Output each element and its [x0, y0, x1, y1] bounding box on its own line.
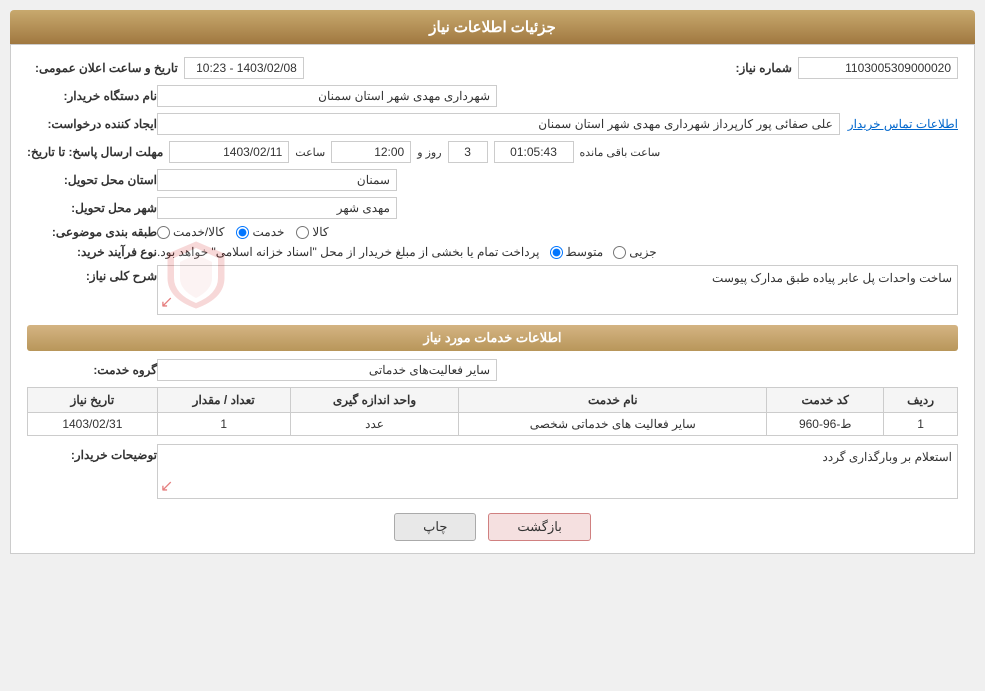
cell-unit: عدد	[290, 413, 459, 436]
need-number-value: 1103005309000020	[798, 57, 958, 79]
category-option-kala[interactable]: کالا	[296, 225, 328, 239]
buyer-notes-corner-arrow: ↙	[160, 476, 173, 496]
cell-quantity: 1	[157, 413, 290, 436]
cell-service-name: سایر فعالیت های خدماتی شخصی	[459, 413, 767, 436]
deadline-label: مهلت ارسال پاسخ: تا تاریخ:	[27, 145, 163, 159]
cell-date: 1403/02/31	[28, 413, 158, 436]
col-service-code: کد خدمت	[767, 388, 884, 413]
corner-arrow-icon: ↙	[160, 292, 173, 312]
creator-label: ایجاد کننده درخواست:	[27, 117, 157, 131]
description-label: شرح کلی نیاز:	[27, 265, 157, 283]
col-row-num: ردیف	[884, 388, 958, 413]
service-group-label: گروه خدمت:	[27, 363, 157, 377]
deadline-remaining-label: ساعت باقی مانده	[580, 146, 661, 159]
col-quantity: تعداد / مقدار	[157, 388, 290, 413]
col-date: تاریخ نیاز	[28, 388, 158, 413]
province-value: سمنان	[157, 169, 397, 191]
process-option-motavasset[interactable]: متوسط	[550, 245, 604, 259]
back-button[interactable]: بازگشت	[488, 513, 590, 541]
buyer-notes-box: استعلام بر وبارگذاری گردد ↙	[157, 444, 958, 499]
table-row: 1 ط-96-960 سایر فعالیت های خدماتی شخصی ع…	[28, 413, 958, 436]
category-options: کالا/خدمت خدمت کالا	[157, 225, 329, 239]
description-value: ساخت واحدات پل عابر پیاده طبق مدارک پیوس…	[157, 265, 958, 315]
buttons-row: بازگشت چاپ	[27, 513, 958, 541]
col-unit: واحد اندازه گیری	[290, 388, 459, 413]
process-label: نوع فرآیند خرید:	[27, 245, 157, 259]
category-label: طبقه بندی موضوعی:	[27, 225, 157, 239]
category-option-khedmat[interactable]: خدمت	[236, 225, 284, 239]
creator-value: علی صفائی پور کارپرداز شهرداری مهدی شهر …	[157, 113, 840, 135]
province-label: استان محل تحویل:	[27, 173, 157, 187]
watermark-shield	[166, 240, 226, 310]
deadline-days-label: روز و	[417, 146, 441, 159]
buyer-notes-label: توضیحات خریدار:	[27, 444, 157, 462]
contact-link[interactable]: اطلاعات تماس خریدار	[848, 117, 958, 131]
category-option-kala-khedmat[interactable]: کالا/خدمت	[157, 225, 224, 239]
deadline-time: 12:00	[331, 141, 411, 163]
city-label: شهر محل تحویل:	[27, 201, 157, 215]
deadline-date: 1403/02/11	[169, 141, 289, 163]
services-section-title: اطلاعات خدمات مورد نیاز	[27, 325, 958, 351]
deadline-time-label: ساعت	[295, 146, 325, 159]
announce-date-label: تاریخ و ساعت اعلان عمومی:	[27, 61, 178, 75]
buyer-org-label: نام دستگاه خریدار:	[27, 89, 157, 103]
buyer-org-value: شهرداری مهدی شهر استان سمنان	[157, 85, 497, 107]
announce-date-value: 1403/02/08 - 10:23	[184, 57, 304, 79]
need-number-label: شماره نیاز:	[662, 61, 792, 75]
print-button[interactable]: چاپ	[394, 513, 476, 541]
page-title: جزئیات اطلاعات نیاز	[10, 10, 975, 44]
col-service-name: نام خدمت	[459, 388, 767, 413]
cell-service-code: ط-96-960	[767, 413, 884, 436]
cell-row-num: 1	[884, 413, 958, 436]
services-table: ردیف کد خدمت نام خدمت واحد اندازه گیری ت…	[27, 387, 958, 436]
city-value: مهدی شهر	[157, 197, 397, 219]
service-group-value: سایر فعالیت‌های خدماتی	[157, 359, 497, 381]
deadline-days: 3	[448, 141, 488, 163]
deadline-remaining: 01:05:43	[494, 141, 574, 163]
process-option-jozi[interactable]: جزیی	[613, 245, 656, 259]
